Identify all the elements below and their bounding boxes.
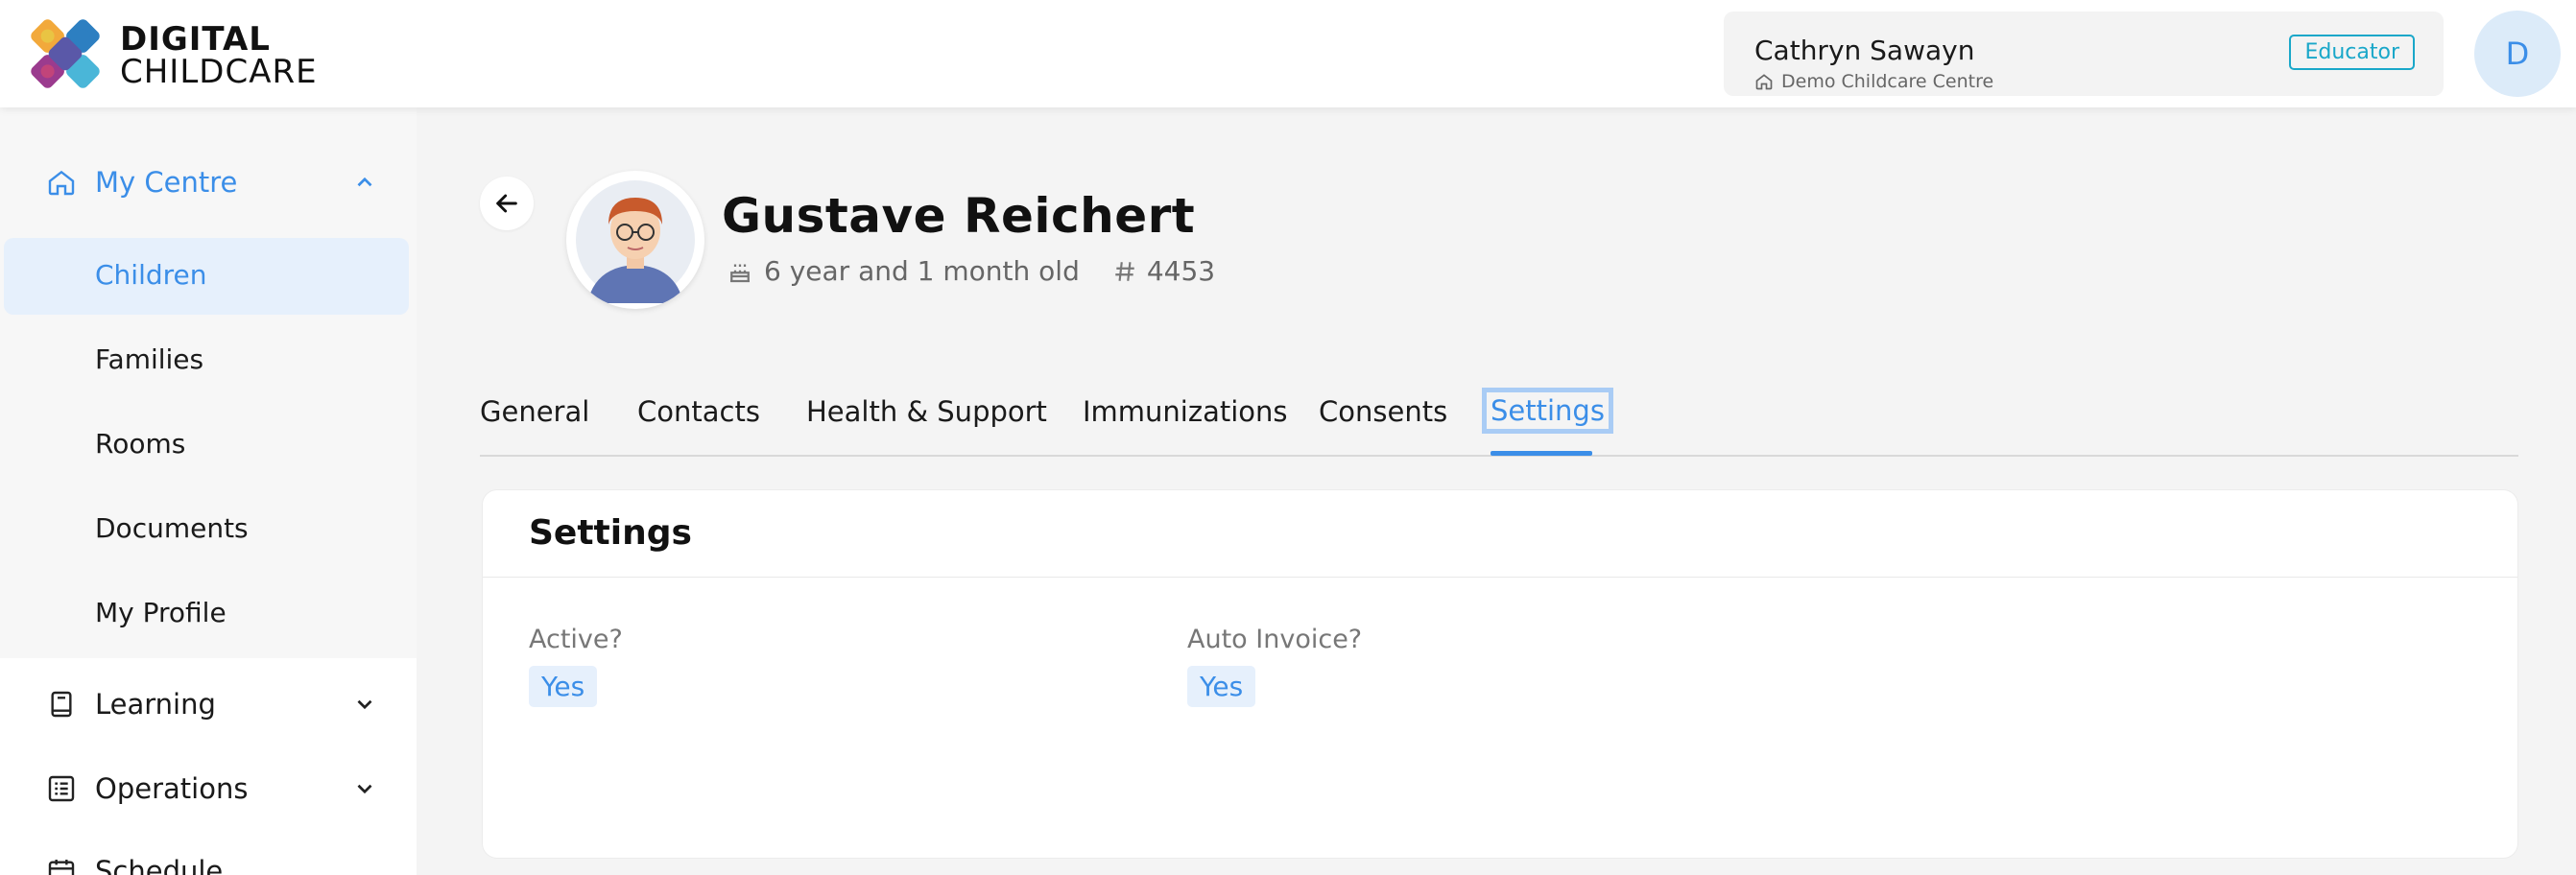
sidebar: My Centre Children Families Rooms Docume… [0, 107, 417, 875]
active-tab-indicator [1491, 451, 1592, 456]
hash-icon [1115, 261, 1134, 281]
panel-divider [483, 577, 2517, 578]
settings-panel: Settings Active? Yes Auto Invoice? Yes [482, 489, 2518, 859]
child-meta: 6 year and 1 month old 4453 [726, 255, 1215, 287]
sidebar-item-documents[interactable]: Documents [95, 512, 249, 544]
user-centre: Demo Childcare Centre [1754, 71, 1993, 92]
sidebar-item-label: Learning [95, 688, 216, 721]
child-portrait-image [576, 180, 695, 303]
tab-general[interactable]: General [480, 395, 589, 428]
profile-tabs: General Contacts Health & Support Immuni… [480, 388, 2518, 457]
child-age: 6 year and 1 month old [764, 255, 1080, 287]
sidebar-item-label: Operations [95, 772, 249, 805]
brand-line-1: DIGITAL [120, 20, 271, 59]
cake-icon [730, 264, 750, 282]
chevron-down-icon [357, 784, 372, 794]
child-name: Gustave Reichert [722, 188, 1196, 244]
back-button[interactable] [480, 177, 534, 230]
book-icon [51, 691, 72, 718]
user-centre-label: Demo Childcare Centre [1781, 71, 1994, 92]
sidebar-item-learning[interactable]: Learning [0, 662, 417, 746]
active-label: Active? [529, 625, 623, 654]
top-header: DIGITAL CHILDCARE Cathryn Sawayn Demo Ch… [0, 0, 2576, 107]
sidebar-item-schedule[interactable]: Schedule [0, 829, 417, 875]
sidebar-item-my-centre[interactable]: My Centre [0, 140, 417, 225]
tab-contacts[interactable]: Contacts [637, 395, 760, 428]
user-name: Cathryn Sawayn [1754, 35, 1975, 66]
tab-health-support[interactable]: Health & Support [806, 395, 1047, 428]
arrow-left-icon [496, 194, 517, 213]
app-logo[interactable]: DIGITAL CHILDCARE [19, 10, 336, 98]
active-status-badge: Yes [529, 666, 598, 707]
auto-invoice-status-badge: Yes [1187, 666, 1256, 707]
home-icon [1755, 74, 1773, 90]
puzzle-logo-icon [31, 19, 100, 88]
tab-consents[interactable]: Consents [1319, 395, 1447, 428]
sidebar-item-label: My Centre [95, 166, 238, 199]
settings-title: Settings [529, 513, 692, 553]
sidebar-item-operations[interactable]: Operations [0, 746, 417, 831]
calendar-icon [48, 860, 75, 875]
sidebar-item-children[interactable]: Children [95, 259, 207, 291]
sidebar-group-my-centre: My Centre Children Families Rooms Docume… [0, 107, 417, 658]
tab-immunizations[interactable]: Immunizations [1083, 395, 1288, 428]
brand-line-2: CHILDCARE [120, 53, 318, 91]
sidebar-item-families[interactable]: Families [95, 343, 203, 375]
tab-settings[interactable]: Settings [1482, 388, 1613, 434]
user-card[interactable]: Cathryn Sawayn Demo Childcare Centre Edu… [1724, 12, 2444, 96]
brand-name: DIGITAL CHILDCARE [120, 23, 318, 88]
role-badge: Educator [2289, 35, 2415, 70]
sidebar-item-my-profile[interactable]: My Profile [95, 597, 227, 628]
child-id: 4453 [1146, 255, 1216, 287]
home-icon [48, 170, 75, 196]
sidebar-item-label: Schedule [95, 855, 224, 875]
chevron-up-icon [357, 177, 372, 187]
auto-invoice-label: Auto Invoice? [1187, 625, 1363, 654]
sidebar-item-rooms[interactable]: Rooms [95, 428, 185, 460]
chevron-down-icon [357, 699, 372, 710]
list-icon [48, 775, 75, 802]
avatar[interactable]: D [2474, 11, 2561, 97]
child-avatar [566, 171, 704, 309]
